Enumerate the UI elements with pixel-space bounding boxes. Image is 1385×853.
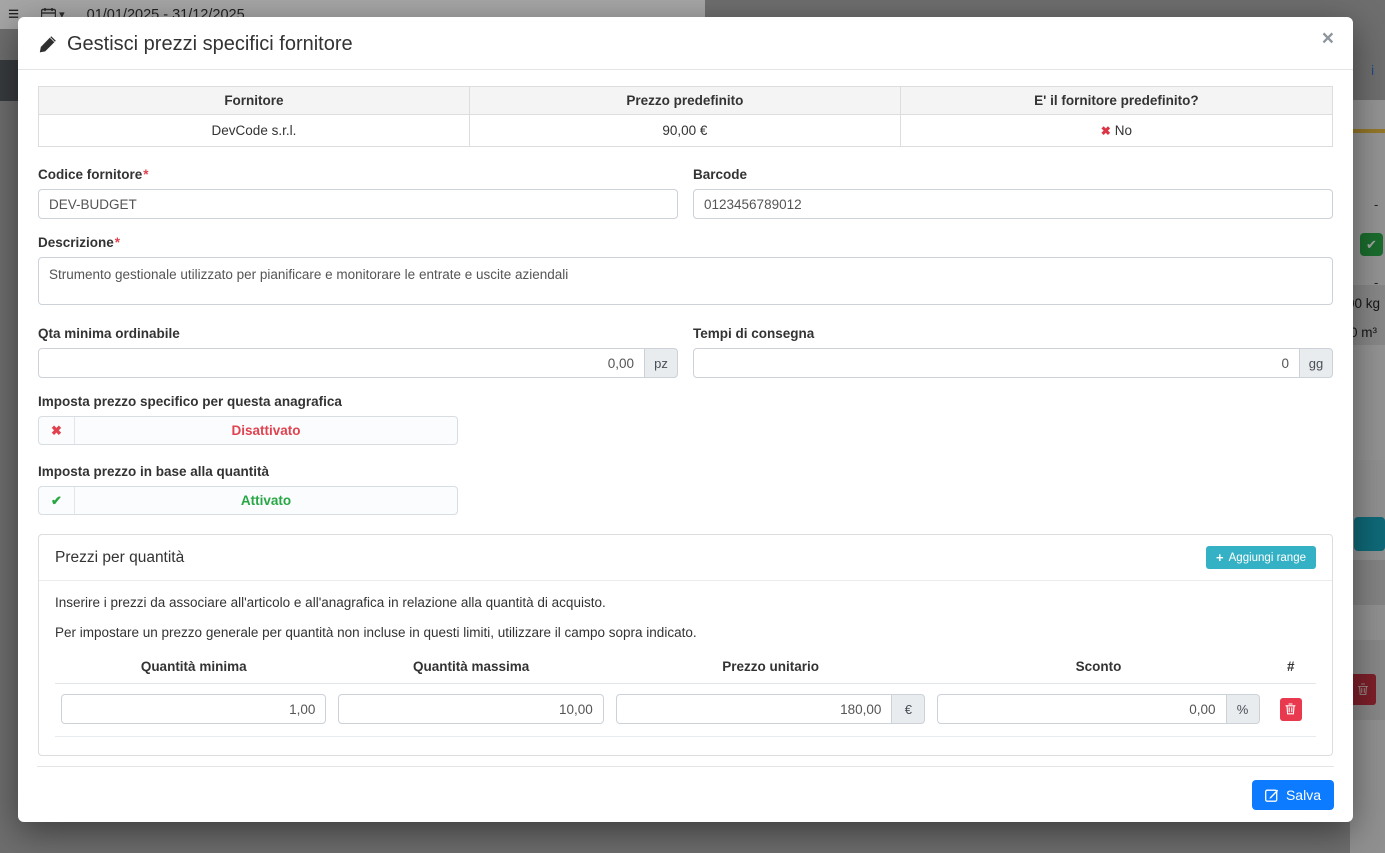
- toggle-state-label: Disattivato: [75, 417, 457, 444]
- plus-icon: +: [1216, 551, 1224, 564]
- table-row: € %: [55, 684, 1316, 737]
- column-header-fornitore: Fornitore: [39, 87, 470, 115]
- toggle-state-label: Attivato: [75, 487, 457, 514]
- check-icon: ✔: [39, 487, 75, 514]
- table-header-row: Quantità minima Quantità massima Prezzo …: [55, 655, 1316, 684]
- x-icon: ✖: [39, 417, 75, 444]
- pencil-icon: [38, 35, 57, 54]
- pencil-square-icon: [1265, 788, 1279, 802]
- codice-fornitore-label: Codice fornitore*: [38, 167, 678, 182]
- quantity-prices-table: Quantità minima Quantità massima Prezzo …: [55, 655, 1316, 737]
- modal-header: Gestisci prezzi specifici fornitore ×: [18, 17, 1353, 70]
- modal-title: Gestisci prezzi specifici fornitore: [67, 33, 353, 56]
- save-button[interactable]: Salva: [1252, 780, 1334, 810]
- qta-unit-addon: pz: [644, 348, 678, 378]
- sconto-input[interactable]: [937, 694, 1226, 724]
- qta-minima-group: pz: [38, 348, 678, 378]
- prezzo-specifico-toggle[interactable]: ✖ Disattivato: [38, 416, 458, 445]
- prezzo-specifico-label: Imposta prezzo specifico per questa anag…: [38, 394, 1333, 409]
- descrizione-label: Descrizione*: [38, 235, 1333, 250]
- qta-minima-label: Qta minima ordinabile: [38, 326, 678, 341]
- column-header-quantita-minima: Quantità minima: [55, 655, 332, 684]
- tempi-consegna-label: Tempi di consegna: [693, 326, 1333, 341]
- required-asterisk: *: [115, 235, 120, 250]
- x-icon: ✖: [1101, 124, 1111, 138]
- modal-footer: Salva: [37, 766, 1334, 824]
- panel-title: Prezzi per quantità: [55, 549, 184, 567]
- barcode-label: Barcode: [693, 167, 1333, 182]
- panel-body: Inserire i prezzi da associare all'artic…: [39, 581, 1332, 755]
- prezzo-quantita-toggle[interactable]: ✔ Attivato: [38, 486, 458, 515]
- prezzo-unitario-input[interactable]: [616, 694, 893, 724]
- column-header-sconto: Sconto: [931, 655, 1265, 684]
- panel-info-1: Inserire i prezzi da associare all'artic…: [55, 595, 1316, 610]
- is-default-cell: ✖ No: [900, 115, 1332, 147]
- column-header-prezzo-unitario: Prezzo unitario: [610, 655, 932, 684]
- table-header-row: Fornitore Prezzo predefinito E' il forni…: [39, 87, 1333, 115]
- supplier-name-cell: DevCode s.r.l.: [39, 115, 470, 147]
- prezzo-unitario-group: €: [616, 694, 926, 724]
- tempi-consegna-input[interactable]: [693, 348, 1300, 378]
- is-default-value: No: [1115, 123, 1132, 138]
- prezzi-quantita-panel: Prezzi per quantità + Aggiungi range Ins…: [38, 534, 1333, 756]
- modal-body: Fornitore Prezzo predefinito E' il forni…: [18, 70, 1353, 756]
- supplier-prices-modal: Gestisci prezzi specifici fornitore × Fo…: [18, 17, 1353, 822]
- close-icon[interactable]: ×: [1322, 28, 1334, 49]
- qta-minima-input[interactable]: [38, 348, 645, 378]
- column-header-quantita-massima: Quantità massima: [332, 655, 609, 684]
- panel-heading: Prezzi per quantità + Aggiungi range: [39, 535, 1332, 581]
- percent-addon: %: [1226, 694, 1260, 724]
- trash-icon: [1285, 703, 1296, 715]
- column-header-fornitore-predefinito: E' il fornitore predefinito?: [900, 87, 1332, 115]
- quantita-minima-input[interactable]: [61, 694, 326, 724]
- tempi-consegna-group: gg: [693, 348, 1333, 378]
- quantita-massima-input[interactable]: [338, 694, 603, 724]
- codice-fornitore-input[interactable]: [38, 189, 678, 219]
- column-header-prezzo-predefinito: Prezzo predefinito: [469, 87, 900, 115]
- column-header-actions: #: [1266, 655, 1316, 684]
- descrizione-textarea[interactable]: Strumento gestionale utilizzato per pian…: [38, 257, 1333, 305]
- modal-title-row: Gestisci prezzi specifici fornitore: [38, 33, 1333, 56]
- euro-addon: €: [891, 694, 925, 724]
- sconto-group: %: [937, 694, 1259, 724]
- barcode-input[interactable]: [693, 189, 1333, 219]
- table-row: DevCode s.r.l. 90,00 € ✖ No: [39, 115, 1333, 147]
- tempi-unit-addon: gg: [1299, 348, 1333, 378]
- aggiungi-range-label: Aggiungi range: [1229, 552, 1306, 564]
- aggiungi-range-button[interactable]: + Aggiungi range: [1206, 546, 1316, 569]
- save-label: Salva: [1286, 787, 1321, 803]
- required-asterisk: *: [143, 167, 148, 182]
- default-price-cell: 90,00 €: [469, 115, 900, 147]
- prezzo-quantita-label: Imposta prezzo in base alla quantità: [38, 464, 1333, 479]
- screen: ≡ ▾ 01/01/2025 - 31/12/2025 i - ✔ - 00 k…: [0, 0, 1385, 853]
- supplier-summary-table: Fornitore Prezzo predefinito E' il forni…: [38, 86, 1333, 147]
- delete-range-button[interactable]: [1280, 698, 1302, 721]
- panel-info-2: Per impostare un prezzo generale per qua…: [55, 625, 1316, 640]
